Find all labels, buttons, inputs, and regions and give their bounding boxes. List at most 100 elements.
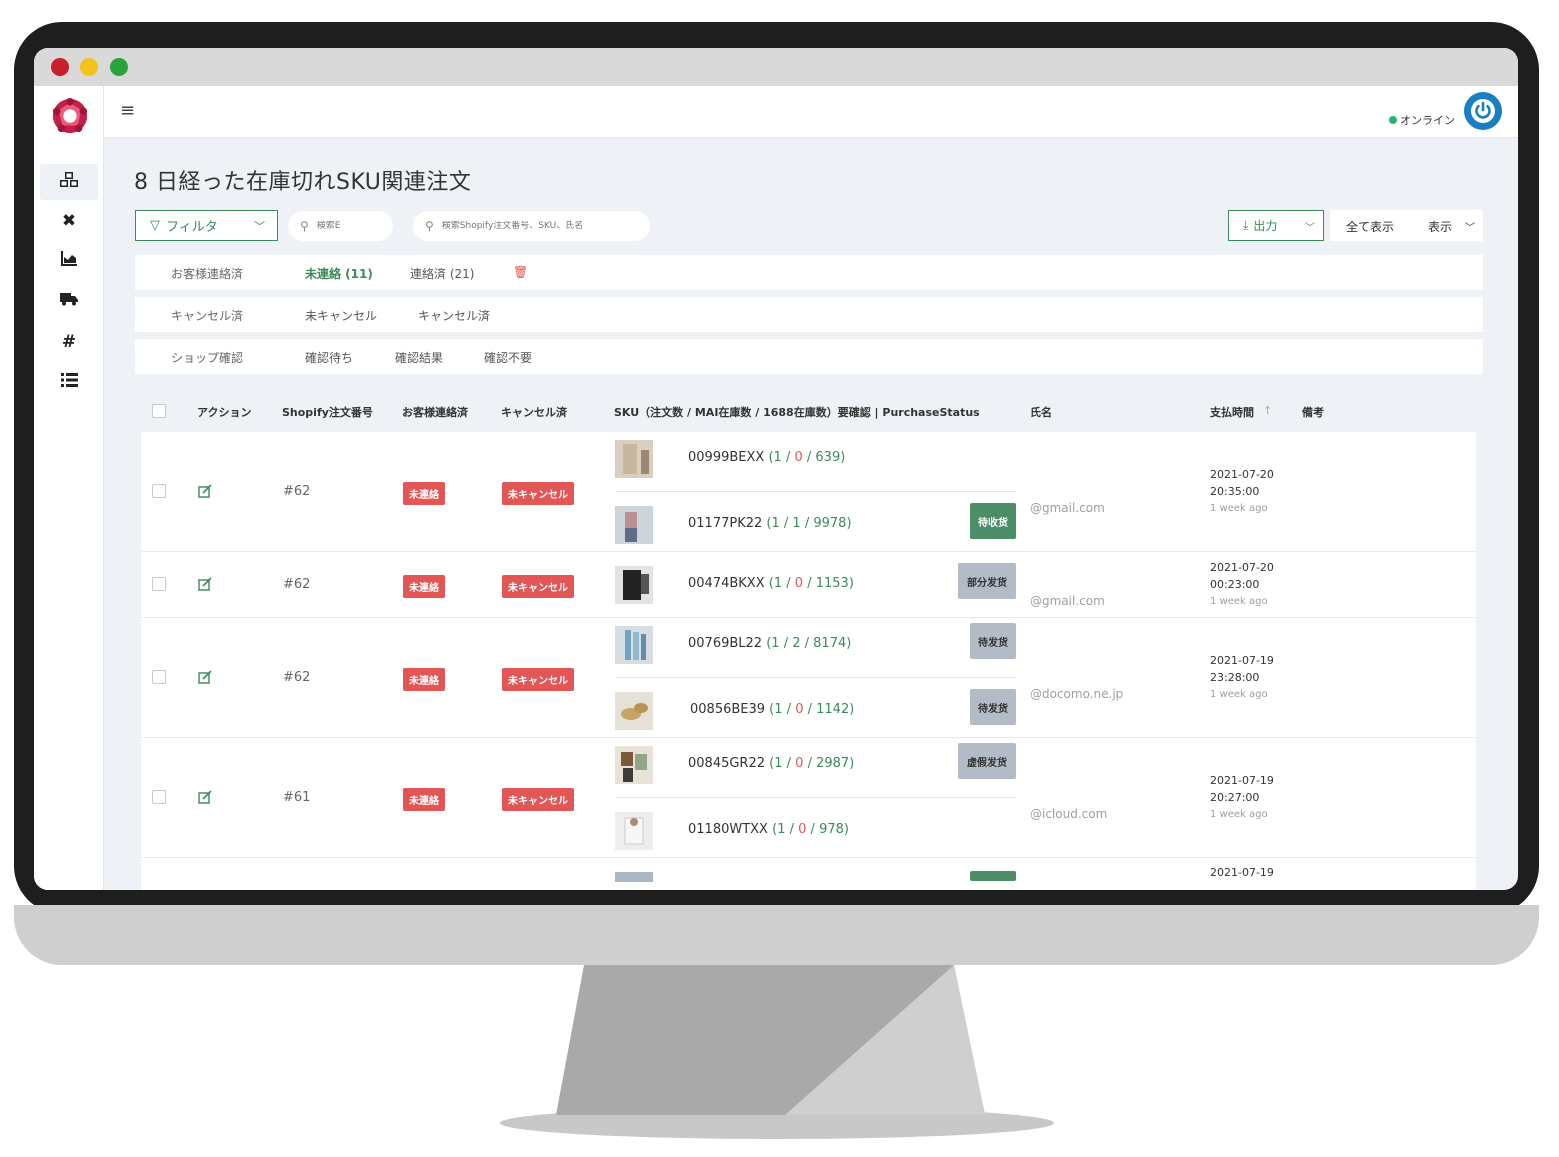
paid-time: 2021-07-19 20:27:00 1 week ago: [1210, 772, 1274, 823]
cancel-filter-row: キャンセル済 未キャンセル キャンセル済: [135, 297, 1483, 332]
power-button[interactable]: [1464, 92, 1502, 130]
sku-line: 01177PK22 (1 / 1 / 9978): [688, 516, 852, 531]
product-thumbnail[interactable]: [615, 626, 653, 664]
product-thumbnail[interactable]: [615, 872, 653, 882]
contact-filter-label: お客様連絡済: [171, 267, 244, 281]
sku-mai-stock: 0: [794, 450, 803, 465]
sku-code[interactable]: 00999BEXX: [688, 450, 764, 465]
search-small-input[interactable]: [316, 221, 393, 231]
table-row: 2021-07-19: [141, 858, 1476, 890]
header-paid-time[interactable]: 支払時間: [1210, 404, 1254, 420]
paid-date: 2021-07-19: [1210, 866, 1274, 879]
online-status-label: オンライン: [1400, 114, 1455, 127]
filter-uncontacted[interactable]: 未連絡 (11): [305, 265, 373, 282]
filter-awaiting-confirmation[interactable]: 確認待ち: [305, 349, 353, 366]
sku-code[interactable]: 01177PK22: [688, 516, 762, 531]
cancel-status-badge: 未キャンセル: [502, 482, 574, 505]
show-all-button[interactable]: 全て表示: [1346, 218, 1394, 235]
search-icon: ⚲: [300, 219, 309, 233]
header-name[interactable]: 氏名: [1030, 404, 1052, 420]
edit-icon[interactable]: [198, 484, 212, 498]
export-button[interactable]: ⤓ 出力 ﹀: [1228, 210, 1324, 241]
sku-code[interactable]: 00845GR22: [688, 756, 765, 771]
display-dropdown[interactable]: 表示: [1428, 218, 1452, 235]
product-thumbnail[interactable]: [615, 692, 653, 730]
paid-time: 2021-07-19: [1210, 864, 1274, 881]
order-number[interactable]: #62: [283, 670, 310, 685]
product-thumbnail[interactable]: [615, 506, 653, 544]
sidebar-item-analytics[interactable]: [40, 243, 98, 279]
cancel-status-badge: 未キャンセル: [502, 575, 574, 598]
sidebar-item-cubes[interactable]: [40, 164, 98, 200]
chart-area-icon: [60, 250, 78, 272]
chevron-down-icon: ﹀: [1305, 223, 1315, 234]
sort-arrow-up-icon[interactable]: ↑: [1263, 404, 1272, 417]
online-status: オンライン: [1389, 112, 1455, 128]
sidebar-item-hashtag[interactable]: #: [40, 324, 98, 360]
paid-clock: 23:28:00: [1210, 671, 1260, 684]
sidebar-item-cancel[interactable]: ✖: [40, 203, 98, 239]
product-thumbnail[interactable]: [615, 440, 653, 478]
table-row: #62 未連絡 未キャンセル 00769BL22 (1 / 2 / 8174) …: [141, 618, 1476, 738]
row-checkbox[interactable]: [152, 790, 166, 804]
order-number[interactable]: #62: [283, 484, 310, 499]
select-all-checkbox[interactable]: [152, 404, 166, 418]
paid-date: 2021-07-19: [1210, 774, 1274, 787]
header-sku: SKU（注文数 / MAI在庫数 / 1688在庫数）要確認 | Purchas…: [614, 406, 980, 419]
search-orders-input[interactable]: [441, 221, 650, 231]
menu-toggle-icon[interactable]: ≡: [120, 100, 135, 121]
filter-contacted[interactable]: 連絡済 (21): [410, 265, 474, 282]
filter-no-confirmation[interactable]: 確認不要: [484, 349, 532, 366]
sku-1688-stock: 978: [819, 822, 844, 837]
sku-code[interactable]: 00769BL22: [688, 636, 762, 651]
edit-icon[interactable]: [198, 670, 212, 684]
maximize-window-button[interactable]: [110, 58, 128, 76]
sku-order-qty: 1: [771, 636, 780, 651]
order-number[interactable]: #61: [283, 790, 310, 805]
customer-email: @docomo.ne.jp: [1030, 687, 1124, 701]
sidebar-item-shipping[interactable]: [40, 283, 98, 319]
header-cancelled[interactable]: キャンセル済: [501, 404, 567, 420]
paid-time: 2021-07-20 00:23:00 1 week ago: [1210, 559, 1274, 610]
row-checkbox[interactable]: [152, 577, 166, 591]
order-number[interactable]: #62: [283, 577, 310, 592]
monitor-stand: [500, 965, 1054, 1139]
sku-code[interactable]: 01180WTXX: [688, 822, 768, 837]
sku-line: 01180WTXX (1 / 0 / 978): [688, 822, 849, 837]
row-checkbox[interactable]: [152, 484, 166, 498]
header-contacted[interactable]: お客様連絡済: [402, 404, 468, 420]
filter-confirmation-result[interactable]: 確認結果: [395, 349, 443, 366]
minimize-window-button[interactable]: [80, 58, 98, 76]
customer-email: @gmail.com: [1030, 594, 1105, 608]
close-window-button[interactable]: [51, 58, 69, 76]
paid-time: 2021-07-19 23:28:00 1 week ago: [1210, 652, 1274, 703]
product-thumbnail[interactable]: [615, 812, 653, 850]
product-thumbnail[interactable]: [615, 746, 653, 784]
edit-icon[interactable]: [198, 577, 212, 591]
paid-date: 2021-07-20: [1210, 468, 1274, 481]
app-logo: [52, 97, 88, 134]
sku-order-qty: 1: [774, 756, 783, 771]
paid-relative: 1 week ago: [1210, 809, 1268, 820]
window-titlebar: [34, 48, 1518, 86]
contact-status-badge: 未連絡: [403, 668, 445, 691]
export-button-label: 出力: [1253, 219, 1278, 233]
header-order-no[interactable]: Shopify注文番号: [282, 404, 373, 420]
list-icon: [60, 372, 78, 392]
chevron-down-icon: ﹀: [1465, 223, 1475, 234]
purchase-status-badge: 待收货: [970, 503, 1016, 539]
filter-cancelled[interactable]: キャンセル済: [418, 307, 490, 324]
sku-code[interactable]: 00474BKXX: [688, 576, 765, 591]
edit-icon[interactable]: [198, 790, 212, 804]
paid-time: 2021-07-20 20:35:00 1 week ago: [1210, 466, 1274, 517]
product-thumbnail[interactable]: [615, 566, 653, 604]
filter-not-cancelled[interactable]: 未キャンセル: [305, 307, 377, 324]
filter-button[interactable]: ▽ フィルタ ﹀: [135, 210, 278, 241]
row-checkbox[interactable]: [152, 670, 166, 684]
trash-icon[interactable]: 🗑: [513, 265, 528, 279]
paid-relative: 1 week ago: [1210, 596, 1268, 607]
sidebar-item-list[interactable]: [40, 364, 98, 400]
sku-code[interactable]: 00856BE39: [690, 702, 765, 717]
header-remarks: 備考: [1302, 406, 1324, 419]
customer-email: @icloud.com: [1030, 807, 1108, 821]
